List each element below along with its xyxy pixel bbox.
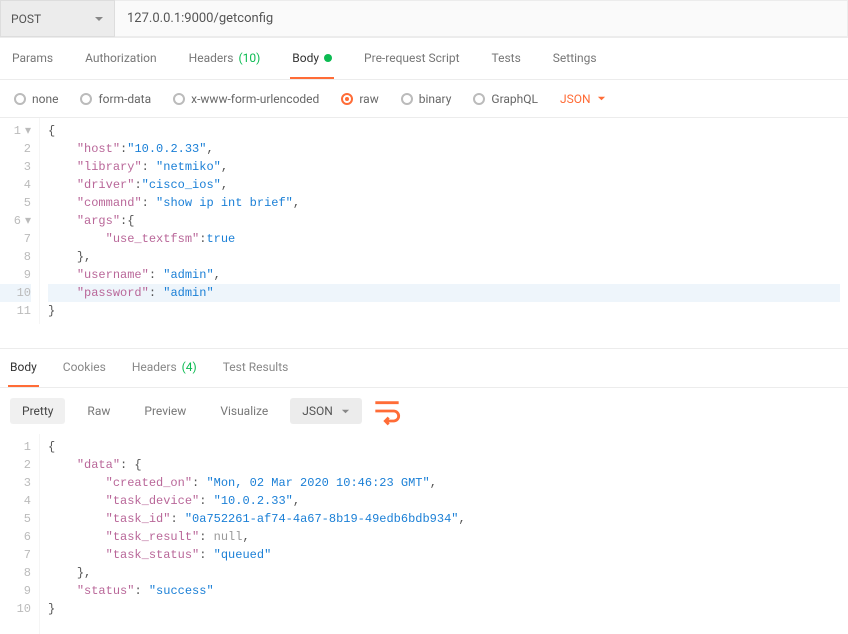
- radio-formdata[interactable]: form-data: [80, 92, 151, 106]
- chevron-down-icon: [597, 94, 606, 103]
- code-area: { "data": { "created_on": "Mon, 02 Mar 2…: [40, 434, 848, 634]
- code-area[interactable]: { "host":"10.0.2.33", "library": "netmik…: [40, 118, 848, 324]
- radio-none[interactable]: none: [14, 92, 58, 106]
- tab-headers[interactable]: Headers (10): [187, 38, 263, 79]
- response-view-controls: Pretty Raw Preview Visualize JSON: [0, 388, 848, 434]
- url-bar: POST 127.0.0.1:9000/getconfig: [0, 0, 848, 38]
- radio-binary[interactable]: binary: [401, 92, 452, 106]
- wrap-lines-button[interactable]: [372, 397, 402, 425]
- tab-prerequest[interactable]: Pre-request Script: [362, 38, 461, 79]
- response-body-viewer[interactable]: 12345678910 { "data": { "created_on": "M…: [0, 434, 848, 634]
- request-url-input[interactable]: 127.0.0.1:9000/getconfig: [115, 0, 848, 37]
- radio-xwww[interactable]: x-www-form-urlencoded: [173, 92, 319, 106]
- http-method-dropdown[interactable]: POST: [0, 0, 115, 37]
- resp-headers-count: (4): [182, 360, 197, 374]
- lowtab-cookies[interactable]: Cookies: [61, 349, 108, 387]
- response-type-select[interactable]: JSON: [290, 398, 362, 424]
- response-tabs: Body Cookies Headers (4) Test Results: [0, 348, 848, 388]
- tab-params[interactable]: Params: [10, 38, 55, 79]
- raw-type-select[interactable]: JSON: [560, 92, 606, 106]
- request-url-text: 127.0.0.1:9000/getconfig: [127, 11, 273, 26]
- line-gutter: 1 ▾23456 ▾7891011: [0, 118, 40, 324]
- lowtab-headers[interactable]: Headers (4): [130, 349, 199, 387]
- view-visualize[interactable]: Visualize: [208, 398, 280, 424]
- chevron-down-icon: [341, 407, 350, 416]
- tab-tests[interactable]: Tests: [490, 38, 523, 79]
- headers-count: (10): [239, 51, 261, 65]
- dot-icon: [324, 54, 332, 62]
- lowtab-body[interactable]: Body: [8, 349, 39, 387]
- line-gutter: 12345678910: [0, 434, 40, 634]
- chevron-down-icon: [94, 14, 104, 24]
- radio-raw[interactable]: raw: [341, 92, 378, 106]
- body-type-row: none form-data x-www-form-urlencoded raw…: [0, 80, 848, 118]
- tab-settings[interactable]: Settings: [551, 38, 599, 79]
- radio-graphql[interactable]: GraphQL: [473, 92, 538, 106]
- tab-body[interactable]: Body: [290, 38, 334, 79]
- view-raw[interactable]: Raw: [75, 398, 122, 424]
- request-tabs: Params Authorization Headers (10) Body P…: [0, 38, 848, 80]
- tab-authorization[interactable]: Authorization: [83, 38, 159, 79]
- http-method-value: POST: [11, 12, 41, 26]
- request-body-editor[interactable]: 1 ▾23456 ▾7891011 { "host":"10.0.2.33", …: [0, 118, 848, 324]
- view-pretty[interactable]: Pretty: [10, 398, 65, 424]
- view-preview[interactable]: Preview: [132, 398, 198, 424]
- wrap-icon: [372, 396, 402, 426]
- lowtab-testresults[interactable]: Test Results: [221, 349, 291, 387]
